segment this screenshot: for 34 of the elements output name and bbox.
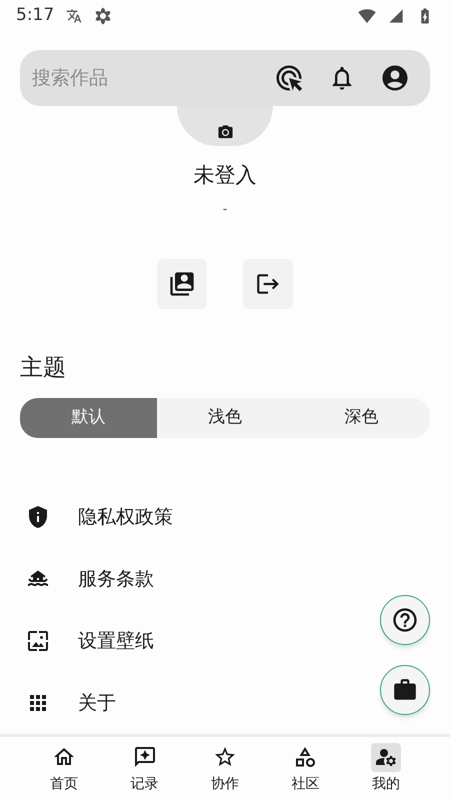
menu-item[interactable]: 隐私权政策 <box>0 486 450 548</box>
nav-tab[interactable]: 首页 <box>34 742 94 794</box>
theme-option[interactable]: 浅色 <box>156 398 294 438</box>
menu-item[interactable]: 服务条款 <box>0 548 450 610</box>
help-button[interactable] <box>380 595 430 645</box>
shapes-icon <box>293 745 318 769</box>
theme-option[interactable]: 深色 <box>293 398 430 438</box>
click-cursor-icon[interactable] <box>274 63 304 93</box>
search-bar[interactable]: 搜索作品 <box>20 50 430 106</box>
wallpaper-icon <box>26 629 50 653</box>
status-time: 5:17 <box>16 4 54 28</box>
help-icon <box>391 606 419 634</box>
contacts-icon <box>168 270 196 298</box>
theme-heading: 主题 <box>19 354 67 383</box>
nav-tab[interactable]: 记录 <box>114 742 175 794</box>
translate-icon <box>66 8 82 24</box>
nav-tab[interactable]: 我的 <box>356 742 416 794</box>
accounts-button[interactable] <box>157 259 207 309</box>
nav-tab[interactable]: 社区 <box>275 742 336 794</box>
menu-item[interactable]: 设置壁纸 <box>0 610 450 672</box>
briefcase-button[interactable] <box>380 665 430 715</box>
theme-option[interactable]: 默认 <box>20 398 157 438</box>
wifi-icon <box>358 7 376 25</box>
search-field[interactable]: 搜索作品 <box>32 64 250 92</box>
camera-icon <box>216 124 234 141</box>
user-name: 未登入 <box>192 162 258 189</box>
logout-button[interactable] <box>243 259 293 309</box>
shield-info-icon <box>26 505 50 529</box>
signal-icon <box>388 8 404 24</box>
account-icon[interactable] <box>380 63 410 93</box>
nav-tab[interactable]: 协作 <box>194 742 255 794</box>
briefcase-icon <box>392 677 418 703</box>
user-subtitle: - <box>222 200 228 218</box>
menu-item[interactable]: 关于 <box>0 672 450 734</box>
